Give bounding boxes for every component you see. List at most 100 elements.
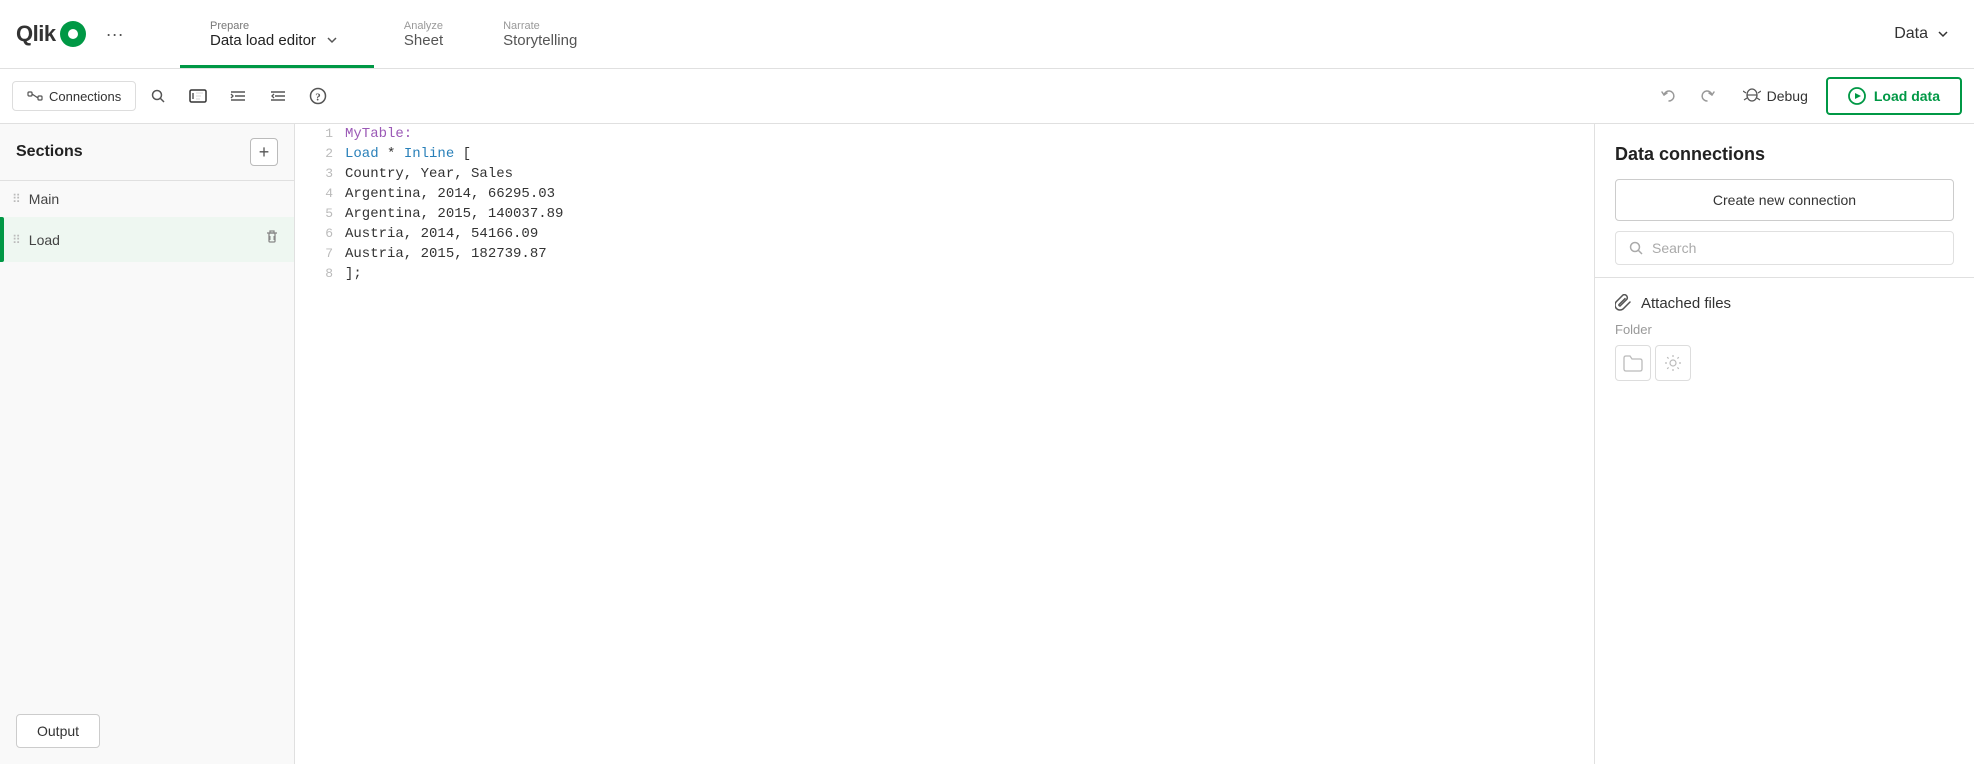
main-layout: Sections + ⠿ Main ⠿ Load Output — [0, 124, 1974, 764]
line-number-6: 6 — [295, 224, 345, 244]
qlik-circle-inner — [68, 29, 78, 39]
sidebar-item-load-label: Load — [29, 232, 254, 248]
code-editor[interactable]: 1 MyTable: 2 Load * Inline [ 3 Country, … — [295, 124, 1594, 764]
debug-button[interactable]: Debug — [1729, 81, 1822, 111]
debug-icon — [1743, 87, 1761, 105]
folder-label: Folder — [1615, 322, 1954, 337]
attached-files-label: Attached files — [1641, 295, 1731, 312]
indent-icon-button[interactable] — [220, 78, 256, 114]
search-icon — [150, 88, 166, 104]
delete-section-button[interactable] — [262, 227, 282, 252]
search-box[interactable]: Search — [1615, 231, 1954, 265]
folder-settings-icon — [1664, 354, 1682, 372]
code-line-8: 8 ]; — [295, 264, 1594, 284]
tab-analyze[interactable]: Analyze Sheet — [374, 0, 473, 68]
line-code-8: ]; — [345, 264, 1594, 284]
search-placeholder: Search — [1652, 240, 1696, 256]
code-table: 1 MyTable: 2 Load * Inline [ 3 Country, … — [295, 124, 1594, 284]
data-button[interactable]: Data — [1870, 0, 1974, 68]
more-button[interactable]: ··· — [98, 20, 132, 49]
code-line-1: 1 MyTable: — [295, 124, 1594, 144]
data-connections-title: Data connections — [1615, 144, 1954, 165]
code-line-4: 4 Argentina, 2014, 66295.03 — [295, 184, 1594, 204]
data-chevron-icon — [1936, 27, 1950, 41]
nav-tabs: Prepare Data load editor Analyze Sheet N… — [180, 0, 607, 68]
line-code-4: Argentina, 2014, 66295.03 — [345, 184, 1594, 204]
sidebar-item-main-label: Main — [29, 191, 282, 207]
line-code-7: Austria, 2015, 182739.87 — [345, 244, 1594, 264]
search-box-icon — [1628, 240, 1644, 256]
code-line-7: 7 Austria, 2015, 182739.87 — [295, 244, 1594, 264]
line-number-7: 7 — [295, 244, 345, 264]
connections-label: Connections — [49, 89, 121, 104]
tab-analyze-label: Analyze — [404, 20, 443, 32]
code-icon — [189, 88, 207, 104]
search-icon-button[interactable] — [140, 78, 176, 114]
folder-settings-icon-button[interactable] — [1655, 345, 1691, 381]
tab-analyze-subtitle: Sheet — [404, 32, 443, 49]
load-keyword: Load — [345, 146, 379, 162]
table-name-keyword: MyTable: — [345, 126, 412, 142]
attached-files-section: Attached files Folder — [1595, 278, 1974, 397]
outdent-icon — [269, 88, 287, 104]
sidebar-header: Sections + — [0, 124, 294, 181]
line-code-1: MyTable: — [345, 124, 1594, 144]
tab-prepare[interactable]: Prepare Data load editor — [180, 0, 374, 68]
help-icon-button[interactable]: ? — [300, 78, 336, 114]
help-icon: ? — [309, 87, 327, 105]
code-line-3: 3 Country, Year, Sales — [295, 164, 1594, 184]
line-number-1: 1 — [295, 124, 345, 144]
chevron-down-icon — [326, 34, 338, 46]
right-panel-header: Data connections Create new connection S… — [1595, 124, 1974, 278]
top-nav: Qlik ··· Prepare Data load editor Analyz… — [0, 0, 1974, 69]
folder-icon-button[interactable] — [1615, 345, 1651, 381]
undo-button[interactable] — [1651, 78, 1687, 114]
code-line-2: 2 Load * Inline [ — [295, 144, 1594, 164]
line-code-6: Austria, 2014, 54166.09 — [345, 224, 1594, 244]
tab-narrate[interactable]: Narrate Storytelling — [473, 0, 607, 68]
connections-icon — [27, 88, 43, 104]
trash-icon — [264, 229, 280, 245]
tab-prepare-label: Prepare — [210, 20, 344, 32]
code-line-6: 6 Austria, 2014, 54166.09 — [295, 224, 1594, 244]
drag-handle-load: ⠿ — [12, 233, 21, 247]
create-connection-button[interactable]: Create new connection — [1615, 179, 1954, 221]
tab-narrate-subtitle: Storytelling — [503, 32, 577, 49]
tab-prepare-subtitle: Data load editor — [210, 32, 316, 49]
logo-area: Qlik ··· — [0, 0, 180, 68]
line-number-8: 8 — [295, 264, 345, 284]
sidebar-item-main[interactable]: ⠿ Main — [0, 181, 294, 217]
line-number-3: 3 — [295, 164, 345, 184]
folder-icon — [1623, 354, 1643, 372]
load-data-icon — [1848, 87, 1866, 105]
toolbar: Connections — [0, 69, 1974, 124]
line-number-4: 4 — [295, 184, 345, 204]
right-panel: Data connections Create new connection S… — [1594, 124, 1974, 764]
connections-button[interactable]: Connections — [12, 81, 136, 111]
sections-title: Sections — [16, 143, 83, 161]
attached-files-header: Attached files — [1615, 294, 1954, 312]
folder-icon-area — [1615, 345, 1954, 381]
debug-label: Debug — [1767, 88, 1808, 104]
add-section-button[interactable]: + — [250, 138, 278, 166]
outdent-icon-button[interactable] — [260, 78, 296, 114]
paperclip-icon — [1615, 294, 1633, 312]
redo-button[interactable] — [1689, 78, 1725, 114]
qlik-logo: Qlik — [16, 21, 86, 47]
output-button[interactable]: Output — [16, 714, 100, 748]
inline-keyword: Inline — [404, 146, 454, 162]
undo-icon — [1660, 87, 1678, 105]
line-number-5: 5 — [295, 204, 345, 224]
line-code-3: Country, Year, Sales — [345, 164, 1594, 184]
qlik-text: Qlik — [16, 21, 56, 47]
code-icon-button[interactable] — [180, 78, 216, 114]
qlik-icon — [60, 21, 86, 47]
code-line-5: 5 Argentina, 2015, 140037.89 — [295, 204, 1594, 224]
svg-text:?: ? — [316, 92, 322, 104]
data-button-label: Data — [1894, 25, 1928, 43]
line-code-2: Load * Inline [ — [345, 144, 1594, 164]
prepare-dropdown-button[interactable] — [320, 34, 344, 46]
load-data-button[interactable]: Load data — [1826, 77, 1962, 115]
sidebar-item-load[interactable]: ⠿ Load — [0, 217, 294, 262]
load-data-label: Load data — [1874, 88, 1940, 104]
